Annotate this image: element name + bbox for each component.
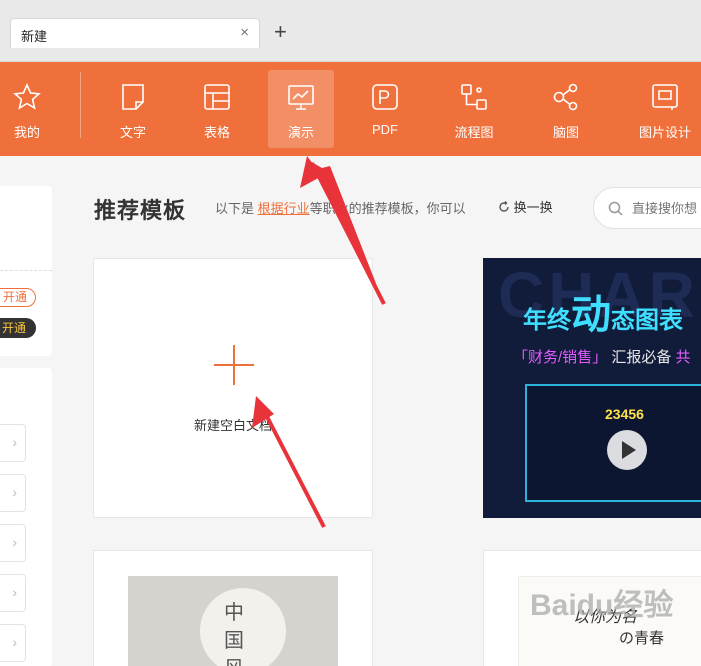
template-title: 中国风	[224, 600, 244, 666]
chevron-right-icon: ›	[12, 434, 17, 450]
document-icon	[122, 84, 144, 110]
toolbar-item-mindmap[interactable]: 脑图	[533, 70, 599, 148]
template-search	[593, 187, 701, 229]
toolbar-item-label: 文字	[119, 125, 146, 140]
template-thumbnail: 中国风	[128, 576, 338, 666]
toolbar-divider	[80, 72, 81, 138]
image-design-icon	[652, 84, 678, 110]
close-icon[interactable]: ×	[240, 24, 249, 41]
add-tab-button[interactable]: +	[274, 20, 287, 44]
new-blank-label: 新建空白文档	[193, 418, 272, 433]
recommend-description: 以下是 根据行业等职业的推荐模板，你可以	[215, 198, 466, 217]
desc-prefix: 以下是	[215, 201, 255, 216]
sidebar-item[interactable]: ›	[0, 574, 26, 612]
chevron-right-icon: ›	[12, 584, 17, 600]
toolbar-item-text[interactable]: 文字	[100, 70, 166, 148]
search-input[interactable]	[632, 198, 701, 218]
chevron-right-icon: ›	[12, 534, 17, 550]
toolbar-item-label: PDF	[372, 122, 398, 137]
toolbar-item-sheet[interactable]: 表格	[184, 70, 250, 148]
sidebar-account-card: 开通 开通	[0, 186, 52, 356]
template-card-chinese-style[interactable]: 中国风	[93, 550, 373, 666]
chevron-right-icon: ›	[12, 634, 17, 650]
sidebar-item[interactable]: ›	[0, 424, 26, 462]
star-icon	[13, 83, 41, 110]
template-card-dashboard[interactable]: CHAR 年终动态图表 「财务/销售」 汇报必备 共 23456	[483, 258, 701, 518]
watermark: Baidu经验	[530, 589, 674, 622]
industry-link[interactable]: 根据行业	[258, 201, 310, 216]
toolbar-item-label: 脑图	[552, 125, 579, 140]
template-subtitle: の青春	[619, 629, 665, 647]
toolbar-item-label: 演示	[287, 125, 314, 140]
new-blank-document-card[interactable]: 新建空白文档	[93, 258, 373, 518]
toolbar-item-pdf[interactable]: PDF	[352, 70, 418, 148]
mindmap-icon	[553, 83, 578, 111]
refresh-icon	[499, 201, 509, 212]
sidebar-item[interactable]: ›	[0, 524, 26, 562]
template-title: 年终动态图表	[523, 293, 683, 337]
toolbar-item-image-design[interactable]: 图片设计	[632, 70, 698, 148]
desc-suffix: 等职业的推荐模板，你可以	[309, 201, 466, 216]
plus-icon	[214, 345, 254, 385]
search-icon	[608, 201, 623, 216]
toolbar-item-label: 表格	[203, 125, 230, 140]
template-subtitle: 「财务/销售」 汇报必备 共	[513, 349, 691, 366]
activate-premium-button[interactable]: 开通	[0, 318, 36, 338]
pdf-icon	[372, 84, 398, 110]
table-icon	[204, 84, 230, 110]
template-preview-dashboard: 23456	[525, 384, 701, 502]
toolbar-item-flowchart[interactable]: 流程图	[441, 70, 507, 148]
play-icon[interactable]	[607, 430, 647, 470]
chevron-right-icon: ›	[12, 484, 17, 500]
toolbar-item-mine[interactable]: 我的	[0, 70, 60, 148]
toolbar-item-label: 流程图	[454, 125, 494, 140]
presentation-icon	[288, 85, 314, 110]
sidebar-list-card: › › › › ›	[0, 368, 52, 666]
flowchart-icon	[461, 84, 487, 110]
toolbar-item-label: 我的	[13, 125, 40, 140]
refresh-button[interactable]: 换一换	[498, 197, 553, 216]
page-title: 推荐模板	[94, 198, 187, 223]
sidebar-item[interactable]: ›	[0, 624, 26, 662]
dashboard-number: 23456	[605, 406, 644, 422]
refresh-label: 换一换	[513, 200, 553, 215]
sidebar-item[interactable]: ›	[0, 474, 26, 512]
tab-bar: 新建 × +	[0, 0, 701, 62]
toolbar-item-presentation[interactable]: 演示	[268, 70, 334, 148]
tab-label: 新建	[21, 29, 48, 44]
toolbar-item-label: 图片设计	[638, 125, 691, 140]
activate-button[interactable]: 开通	[0, 288, 36, 307]
tab-new[interactable]: 新建 ×	[10, 18, 260, 48]
app-toolbar: 我的 文字 表格 演示 PDF 流程图 脑图 图片设计	[0, 62, 701, 156]
divider	[0, 270, 52, 271]
